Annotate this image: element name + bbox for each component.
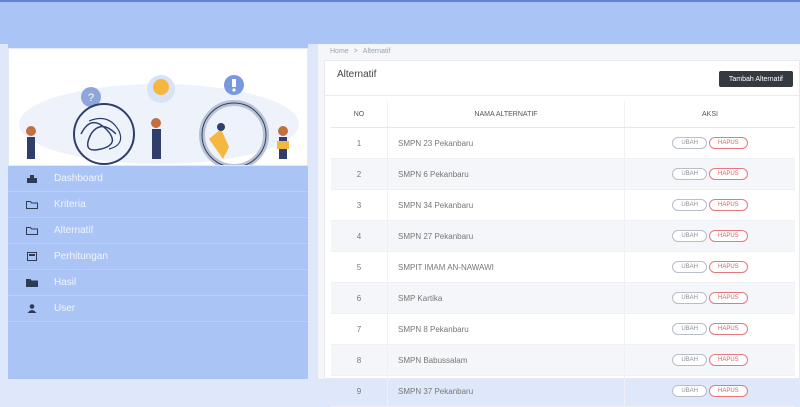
panel-divider [325,95,799,96]
delete-button[interactable]: HAPUS [709,385,748,397]
edit-button[interactable]: UBAH [672,323,707,335]
row-number: 8 [331,344,388,376]
table-row: 2 SMPN 6 Pekanbaru UBAH HAPUS [331,158,795,190]
delete-button[interactable]: HAPUS [709,137,748,149]
table-row: 5 SMPIT IMAM AN-NAWAWI UBAH HAPUS [331,251,795,283]
row-name: SMPN 34 Pekanbaru [387,189,625,221]
dashboard-icon [26,174,38,184]
sidebar-item-label: Hasil [54,277,77,288]
sidebar-item-label: Perhitungan [54,251,108,262]
sidebar-item-kriteria[interactable]: Kriteria [8,192,308,218]
delete-button[interactable]: HAPUS [709,199,748,211]
delete-button[interactable]: HAPUS [709,230,748,242]
top-navbar [0,0,800,44]
edit-button[interactable]: UBAH [672,168,707,180]
row-number: 4 [331,220,388,252]
page-title: Alternatif [337,69,377,80]
main-content: Home > Alternatif Alternatif Tambah Alte… [318,44,800,407]
table-row: 3 SMPN 34 Pekanbaru UBAH HAPUS [331,189,795,221]
edit-button[interactable]: UBAH [672,292,707,304]
svg-text:?: ? [88,92,94,104]
sidebar-item-label: Dashboard [54,173,103,184]
row-number: 2 [331,158,388,190]
row-name: SMPN 27 Pekanbaru [387,220,625,252]
edit-button[interactable]: UBAH [672,385,707,397]
row-name: SMPN Babussalam [387,344,625,376]
folder-icon [26,200,38,210]
sidebar-item-label: Kriteria [54,199,86,210]
delete-button[interactable]: HAPUS [709,354,748,366]
edit-button[interactable]: UBAH [672,230,707,242]
row-name: SMPN 37 Pekanbaru [387,375,625,407]
table-row: 8 SMPN Babussalam UBAH HAPUS [331,344,795,376]
delete-button[interactable]: HAPUS [709,292,748,304]
sidebar-item-hasil[interactable]: Hasil [8,270,308,296]
edit-button[interactable]: UBAH [672,199,707,211]
row-name: SMPN 8 Pekanbaru [387,313,625,345]
row-actions: UBAH HAPUS [624,127,795,159]
sidebar-illustration: ? [8,48,308,166]
row-actions: UBAH HAPUS [624,189,795,221]
breadcrumb-separator: > [353,47,358,55]
sidebar-item-label: User [54,303,76,314]
add-alternatif-button[interactable]: Tambah Alternatif [718,71,793,87]
table-header-row: NO NAMA ALTERNATIF AKSI [331,101,795,128]
row-name: SMPN 6 Pekanbaru [387,158,625,190]
row-actions: UBAH HAPUS [624,344,795,376]
table-row: 9 SMPN 37 Pekanbaru UBAH HAPUS [331,375,795,407]
row-name: SMP Kartika [387,282,625,314]
row-number: 1 [331,127,388,159]
table-row: 4 SMPN 27 Pekanbaru UBAH HAPUS [331,220,795,252]
row-name: SMPN 23 Pekanbaru [387,127,625,159]
sidebar-item-label: Alternatif [54,225,94,236]
user-icon [26,304,38,314]
breadcrumb: Home > Alternatif [330,44,390,58]
edit-button[interactable]: UBAH [672,354,707,366]
alternatif-table: NO NAMA ALTERNATIF AKSI 1 SMPN 23 Pekanb… [331,101,795,407]
row-number: 5 [331,251,388,283]
folder-filled-icon [26,278,38,288]
row-actions: UBAH HAPUS [624,251,795,283]
row-number: 6 [331,282,388,314]
problem-solving-illustration: ? [19,75,299,165]
delete-button[interactable]: HAPUS [709,168,748,180]
sidebar-item-alternatif[interactable]: Alternatif [8,218,308,244]
row-number: 7 [331,313,388,345]
column-header-name: NAMA ALTERNATIF [387,101,625,128]
sidebar-menu: Dashboard Kriteria Alternatif Perhitunga… [8,166,308,322]
row-actions: UBAH HAPUS [624,282,795,314]
sidebar-item-dashboard[interactable]: Dashboard [8,166,308,192]
delete-button[interactable]: HAPUS [709,261,748,273]
row-actions: UBAH HAPUS [624,158,795,190]
edit-button[interactable]: UBAH [672,137,707,149]
alternatif-panel: Alternatif Tambah Alternatif NO NAMA ALT… [324,60,800,407]
row-number: 9 [331,375,388,407]
sidebar-item-user[interactable]: User [8,296,308,322]
sidebar: ? Dashboard Kriteria Alternatif Perhitun… [8,44,308,379]
table-row: 1 SMPN 23 Pekanbaru UBAH HAPUS [331,127,795,159]
row-actions: UBAH HAPUS [624,220,795,252]
sidebar-item-perhitungan[interactable]: Perhitungan [8,244,308,270]
calculator-icon [26,252,38,262]
row-number: 3 [331,189,388,221]
table-row: 6 SMP Kartika UBAH HAPUS [331,282,795,314]
delete-button[interactable]: HAPUS [709,323,748,335]
row-actions: UBAH HAPUS [624,375,795,407]
column-header-no: NO [331,101,388,128]
column-header-aksi: AKSI [624,101,795,128]
row-actions: UBAH HAPUS [624,313,795,345]
edit-button[interactable]: UBAH [672,261,707,273]
folder-icon [26,226,38,236]
table-row: 7 SMPN 8 Pekanbaru UBAH HAPUS [331,313,795,345]
breadcrumb-home[interactable]: Home [330,48,349,55]
row-name: SMPIT IMAM AN-NAWAWI [387,251,625,283]
breadcrumb-current: Alternatif [362,47,391,55]
